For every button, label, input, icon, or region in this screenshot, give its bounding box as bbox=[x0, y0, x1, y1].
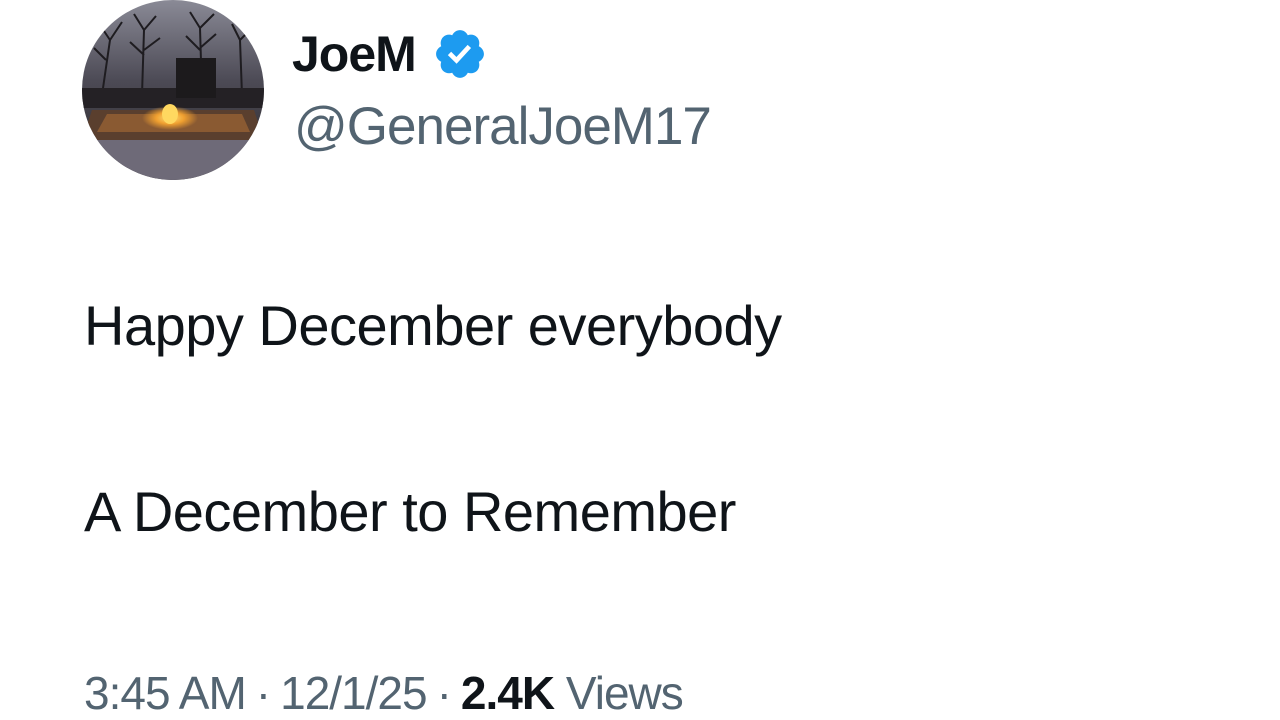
meta-separator: · bbox=[255, 667, 271, 719]
tweet-meta: 3:45 AM · 12/1/25 · 2.4K Views bbox=[84, 667, 684, 719]
avatar[interactable] bbox=[82, 0, 264, 180]
tweet-text-line-2: A December to Remember bbox=[84, 480, 736, 543]
views-label: Views bbox=[565, 667, 684, 719]
avatar-photo bbox=[82, 0, 264, 180]
verified-badge-icon[interactable] bbox=[432, 26, 488, 82]
views-count: 2.4K bbox=[460, 667, 555, 719]
tweet-date[interactable]: 12/1/25 bbox=[280, 667, 427, 719]
author-name-row: JoeM bbox=[292, 22, 488, 86]
tweet-text-line-1: Happy December everybody bbox=[84, 294, 782, 357]
tweet-time[interactable]: 3:45 AM bbox=[84, 667, 247, 719]
author-handle[interactable]: @GeneralJoeM17 bbox=[294, 100, 712, 153]
author-display-name[interactable]: JoeM bbox=[292, 29, 417, 79]
meta-separator: · bbox=[436, 667, 452, 719]
